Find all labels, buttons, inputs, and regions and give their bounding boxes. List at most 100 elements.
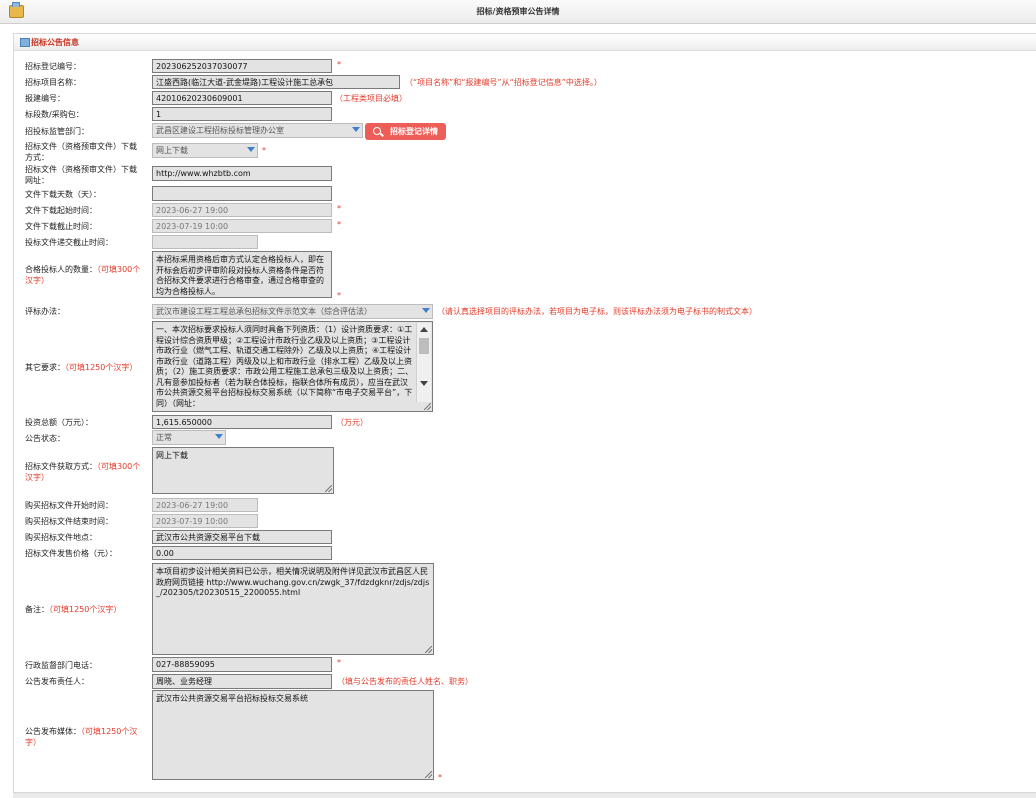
remark-limit: （可填1250个汉字） xyxy=(49,605,122,614)
media-text: 武汉市公共资源交易平台招标投标交易系统 xyxy=(156,694,308,703)
scroll-down-icon[interactable] xyxy=(420,381,428,386)
bid-deadline-field[interactable] xyxy=(152,235,258,249)
project-name-note: （“项目名称”和“报建编号”从“招标登记信息”中选择。） xyxy=(405,78,602,87)
remark-textarea[interactable]: 本项目初步设计相关资料已公示，相关情况说明及附件详见武汉市武昌区人民政府网页链接… xyxy=(152,563,434,655)
reg-no-field[interactable]: 202306252037030077 xyxy=(152,59,332,73)
buy-end-label: 购买招标文件结束时间： xyxy=(25,517,113,526)
chevron-down-icon xyxy=(215,434,223,440)
buy-start-label: 购买招标文件开始时间： xyxy=(25,501,113,510)
other-req-text: 一、本次招标要求投标人须同时具备下列资质：（1）设计资质要求：①工程设计综合资质… xyxy=(156,325,414,408)
media-label: 公告发布媒体：（可填1250个汉 xyxy=(25,727,137,737)
chevron-down-icon xyxy=(422,308,430,314)
status-select[interactable]: 正常 xyxy=(152,430,226,445)
obtain-mode-limit-line2: 汉字） xyxy=(25,473,49,482)
qualified-count-limit: （可填300个 xyxy=(97,265,141,274)
download-mode-label-line2: 方式： xyxy=(25,153,49,162)
qualified-count-textarea[interactable]: 本招标采用资格后审方式认定合格投标人，即在开标会后初步评审阶段对投标人资格条件是… xyxy=(152,251,332,298)
project-name-field[interactable]: 江盛西路(临江大道-武金堤路)工程设计施工总承包 xyxy=(152,75,400,89)
obtain-mode-label-text: 招标文件获取方式： xyxy=(25,462,97,471)
required-mark: * xyxy=(262,146,266,155)
status-value: 正常 xyxy=(156,433,172,442)
search-icon xyxy=(373,127,381,135)
registration-detail-button[interactable]: 招标登记详情 xyxy=(365,123,446,140)
other-req-label-text: 其它要求： xyxy=(25,363,65,372)
media-limit: （可填1250个汉 xyxy=(81,727,138,736)
download-days-field[interactable] xyxy=(152,186,332,201)
download-end-field[interactable]: 2023-07-19 10:00 xyxy=(152,219,332,233)
section-header: 招标公告信息 xyxy=(14,34,1036,51)
price-label: 招标文件发售价格（元）： xyxy=(25,549,117,558)
required-mark: * xyxy=(337,204,341,213)
qualified-count-text: 本招标采用资格后审方式认定合格投标人，即在开标会后初步评审阶段对投标人资格条件是… xyxy=(156,255,324,296)
required-mark: * xyxy=(337,658,341,667)
status-label: 公告状态： xyxy=(25,434,65,443)
download-start-field[interactable]: 2023-06-27 19:00 xyxy=(152,203,332,217)
chevron-down-icon xyxy=(247,147,255,153)
eval-method-value: 武汉市建设工程工程总承包招标文件示范文本（综合评估法） xyxy=(156,307,372,316)
download-mode-label-line1: 招标文件（资格预审文件）下载 xyxy=(25,142,137,151)
reg-no-label: 招标登记编号： xyxy=(25,62,81,71)
registration-detail-button-label: 招标登记详情 xyxy=(390,127,438,136)
panel-bottom-edge xyxy=(13,792,1036,798)
resize-handle-icon[interactable] xyxy=(425,646,432,653)
obtain-mode-text: 网上下载 xyxy=(156,451,188,460)
obtain-mode-label: 招标文件获取方式：（可填300个 xyxy=(25,462,140,472)
scroll-thumb[interactable] xyxy=(419,338,429,354)
project-name-label: 招标项目名称： xyxy=(25,78,81,87)
resize-handle-icon[interactable] xyxy=(425,771,432,778)
section-title: 招标公告信息 xyxy=(31,38,79,47)
other-req-scrollbar[interactable] xyxy=(416,323,431,402)
bid-deadline-label: 投标文件递交截止时间： xyxy=(25,238,113,247)
resize-handle-icon[interactable] xyxy=(325,485,332,492)
buy-place-field[interactable]: 武汉市公共资源交易平台下载 xyxy=(152,530,332,544)
other-req-label: 其它要求：（可填1250个汉字） xyxy=(25,363,137,373)
download-url-field[interactable]: http://www.whzbtb.com xyxy=(152,166,332,181)
obtain-mode-textarea[interactable]: 网上下载 xyxy=(152,447,334,494)
build-no-note: （工程类项目必填） xyxy=(335,94,407,103)
section-icon xyxy=(20,38,30,47)
eval-method-label: 评标办法： xyxy=(25,307,65,316)
buy-place-label: 购买招标文件地点： xyxy=(25,533,97,542)
window-titlebar: 招标/资格预审公告详情 xyxy=(0,0,1036,24)
download-url-label-line1: 招标文件（资格预审文件）下载 xyxy=(25,165,137,174)
price-field[interactable]: 0.00 xyxy=(152,546,332,560)
required-mark: * xyxy=(438,773,442,782)
build-no-label: 报建编号： xyxy=(25,94,65,103)
qualified-count-label-text: 合格投标人的数量： xyxy=(25,265,97,274)
scroll-up-icon[interactable] xyxy=(420,327,428,332)
obtain-mode-limit: （可填300个 xyxy=(97,462,141,471)
download-days-label: 文件下载天数（天）： xyxy=(25,190,101,199)
media-textarea[interactable]: 武汉市公共资源交易平台招标投标交易系统 xyxy=(152,690,434,780)
publisher-field[interactable]: 周晓、业务经理 xyxy=(152,674,332,689)
qualified-count-limit-line2: 汉字） xyxy=(25,276,49,285)
chevron-down-icon xyxy=(352,127,360,133)
download-start-label: 文件下载起始时间： xyxy=(25,206,97,215)
phone-label: 行政监督部门电话： xyxy=(25,661,97,670)
download-mode-select[interactable]: 网上下载 xyxy=(152,143,258,158)
publisher-note: （填与公告发布的责任人姓名、职务） xyxy=(337,677,473,686)
qualified-count-label: 合格投标人的数量：（可填300个 xyxy=(25,265,140,275)
other-req-limit: （可填1250个汉字） xyxy=(65,363,138,372)
remark-label-text: 备注： xyxy=(25,605,49,614)
eval-method-select[interactable]: 武汉市建设工程工程总承包招标文件示范文本（综合评估法） xyxy=(152,304,433,319)
investment-field[interactable]: 1,615.650000 xyxy=(152,415,332,429)
window-title: 招标/资格预审公告详情 xyxy=(476,7,560,16)
publisher-label: 公告发布责任人： xyxy=(25,677,89,686)
download-mode-value: 网上下载 xyxy=(156,146,188,155)
resize-handle-icon[interactable] xyxy=(424,403,431,410)
dept-select[interactable]: 武昌区建设工程招标投标管理办公室 xyxy=(152,123,363,138)
investment-note: （万元） xyxy=(336,418,368,427)
buy-end-field[interactable]: 2023-07-19 10:00 xyxy=(152,514,258,528)
download-url-label-line2: 网址： xyxy=(25,176,49,185)
other-req-textarea[interactable]: 一、本次招标要求投标人须同时具备下列资质：（1）设计资质要求：①工程设计综合资质… xyxy=(152,321,433,412)
dept-label: 招投标监管部门： xyxy=(25,127,89,136)
media-limit-line2: 字） xyxy=(25,738,41,747)
build-no-field[interactable]: 42010620230609001 xyxy=(152,91,332,105)
required-mark: * xyxy=(337,60,341,69)
sections-label: 标段数/采购包： xyxy=(25,110,84,119)
remark-text: 本项目初步设计相关资料已公示，相关情况说明及附件详见武汉市武昌区人民政府网页链接… xyxy=(156,567,430,597)
buy-start-field[interactable]: 2023-06-27 19:00 xyxy=(152,498,258,512)
dept-select-value: 武昌区建设工程招标投标管理办公室 xyxy=(156,126,284,135)
sections-field[interactable]: 1 xyxy=(152,107,332,121)
phone-field[interactable]: 027-88859095 xyxy=(152,657,332,672)
